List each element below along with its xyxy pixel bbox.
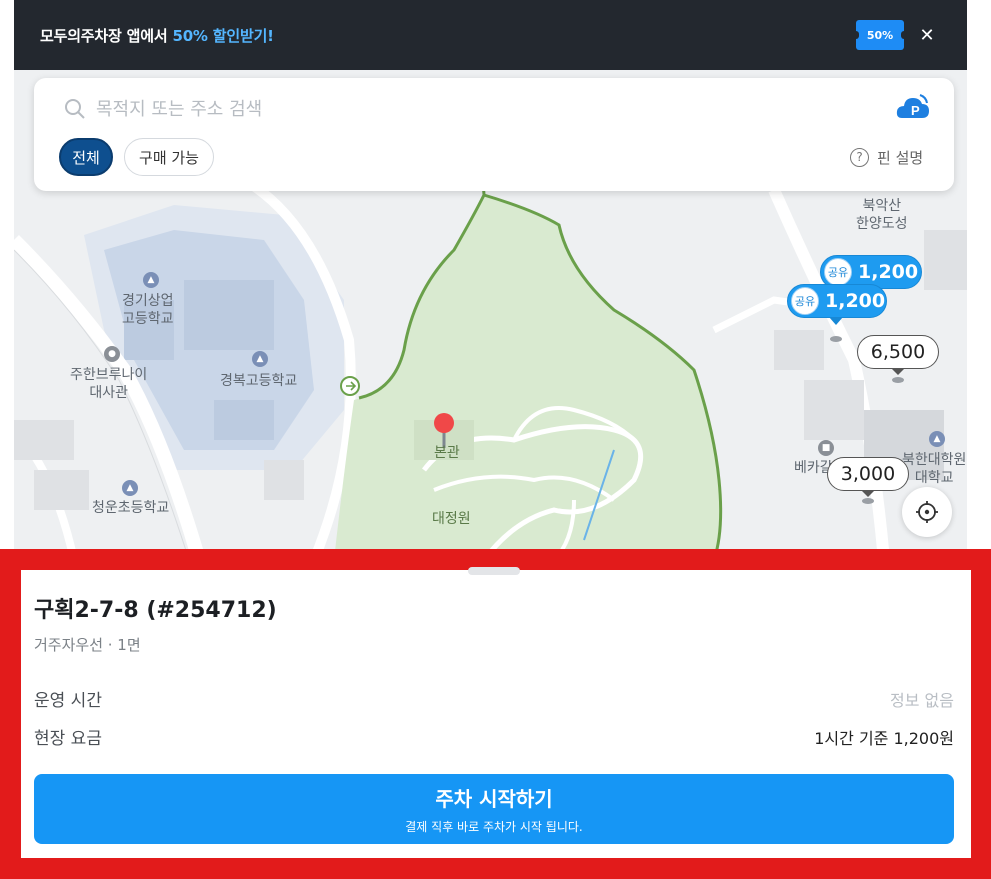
shared-badge: 공유 <box>791 287 819 315</box>
promo-highlight: 50% 할인받기! <box>172 26 274 45</box>
map-label-school1: 경기상업 고등학교 <box>122 293 174 327</box>
hours-label: 운영 시간 <box>34 691 102 711</box>
app-screen: 경기상업 고등학교 ▲ 경복고등학교 ▲ 주한브루나이 대사관 ● 청운초등학교… <box>0 0 991 879</box>
crosshair-icon <box>916 501 938 523</box>
marker-anchor <box>830 336 842 342</box>
start-parking-label: 주차 시작하기 <box>435 787 553 811</box>
filter-all-chip[interactable]: 전체 <box>59 138 113 176</box>
start-parking-button[interactable]: 주차 시작하기 결제 직후 바로 주차가 시작 됩니다. <box>34 774 954 844</box>
search-input[interactable] <box>96 94 876 124</box>
current-location-button[interactable] <box>902 487 952 537</box>
map-label-embassy: 주한브루나이 대사관 <box>70 367 148 401</box>
map-label-univ: 북한대학원 대학교 <box>902 452 967 486</box>
map-label-main-hall: 본관 <box>434 445 460 461</box>
lot-subtitle: 거주자우선 · 1면 <box>34 636 141 654</box>
fee-label: 현장 요금 <box>34 729 102 749</box>
school-icon: ▲ <box>143 272 159 288</box>
marker-price: 1,200 <box>858 261 919 283</box>
map-label-school3: 청운초등학교 <box>92 500 170 516</box>
promo-text: 모두의주차장 앱에서 50% 할인받기! <box>40 26 274 45</box>
map-label-fortress: 북악산 한양도성 <box>856 198 908 232</box>
lot-title: 구획2-7-8 (#254712) <box>34 598 277 623</box>
hours-value: 정보 없음 <box>890 691 954 710</box>
marker-anchor <box>892 377 904 383</box>
help-icon: ? <box>850 147 869 167</box>
map-label-garden: 대정원 <box>432 511 471 527</box>
close-icon[interactable]: ✕ <box>916 22 938 48</box>
price-marker-plain[interactable]: 3,000 <box>827 457 909 491</box>
price-marker-plain[interactable]: 6,500 <box>857 335 939 369</box>
promo-banner[interactable]: 모두의주차장 앱에서 50% 할인받기! <box>14 0 967 70</box>
map-label-school2: 경복고등학교 <box>220 373 298 389</box>
school-icon: ▲ <box>122 480 138 496</box>
start-parking-note: 결제 직후 바로 주차가 시작 됩니다. <box>405 820 583 834</box>
school-icon: ▲ <box>252 351 268 367</box>
pin-help-button[interactable]: ? 핀 설명 <box>850 144 923 170</box>
marker-tail <box>829 317 843 325</box>
filter-buyable-chip[interactable]: 구매 가능 <box>124 138 214 176</box>
marker-price: 6,500 <box>870 341 926 363</box>
parking-cloud-icon[interactable]: P <box>896 92 930 122</box>
marker-tail <box>861 490 875 497</box>
svg-text:P: P <box>911 103 920 118</box>
marker-anchor <box>862 498 874 504</box>
coupon-badge: 50% <box>853 20 907 50</box>
search-icon <box>65 99 85 119</box>
univ-icon: ▲ <box>929 431 945 447</box>
sheet-drag-handle[interactable] <box>468 567 520 575</box>
fee-value: 1시간 기준 1,200원 <box>814 729 954 748</box>
marker-price: 1,200 <box>825 290 886 312</box>
gallery-icon: ■ <box>818 440 834 456</box>
marker-price: 3,000 <box>840 463 896 485</box>
pin-help-label: 핀 설명 <box>877 148 924 167</box>
marker-tail <box>891 368 905 375</box>
embassy-icon: ● <box>104 346 120 362</box>
price-marker-shared[interactable]: 공유 1,200 <box>787 284 887 318</box>
search-card: P 전체 구매 가능 ? 핀 설명 <box>34 78 954 191</box>
shared-badge: 공유 <box>824 258 852 286</box>
